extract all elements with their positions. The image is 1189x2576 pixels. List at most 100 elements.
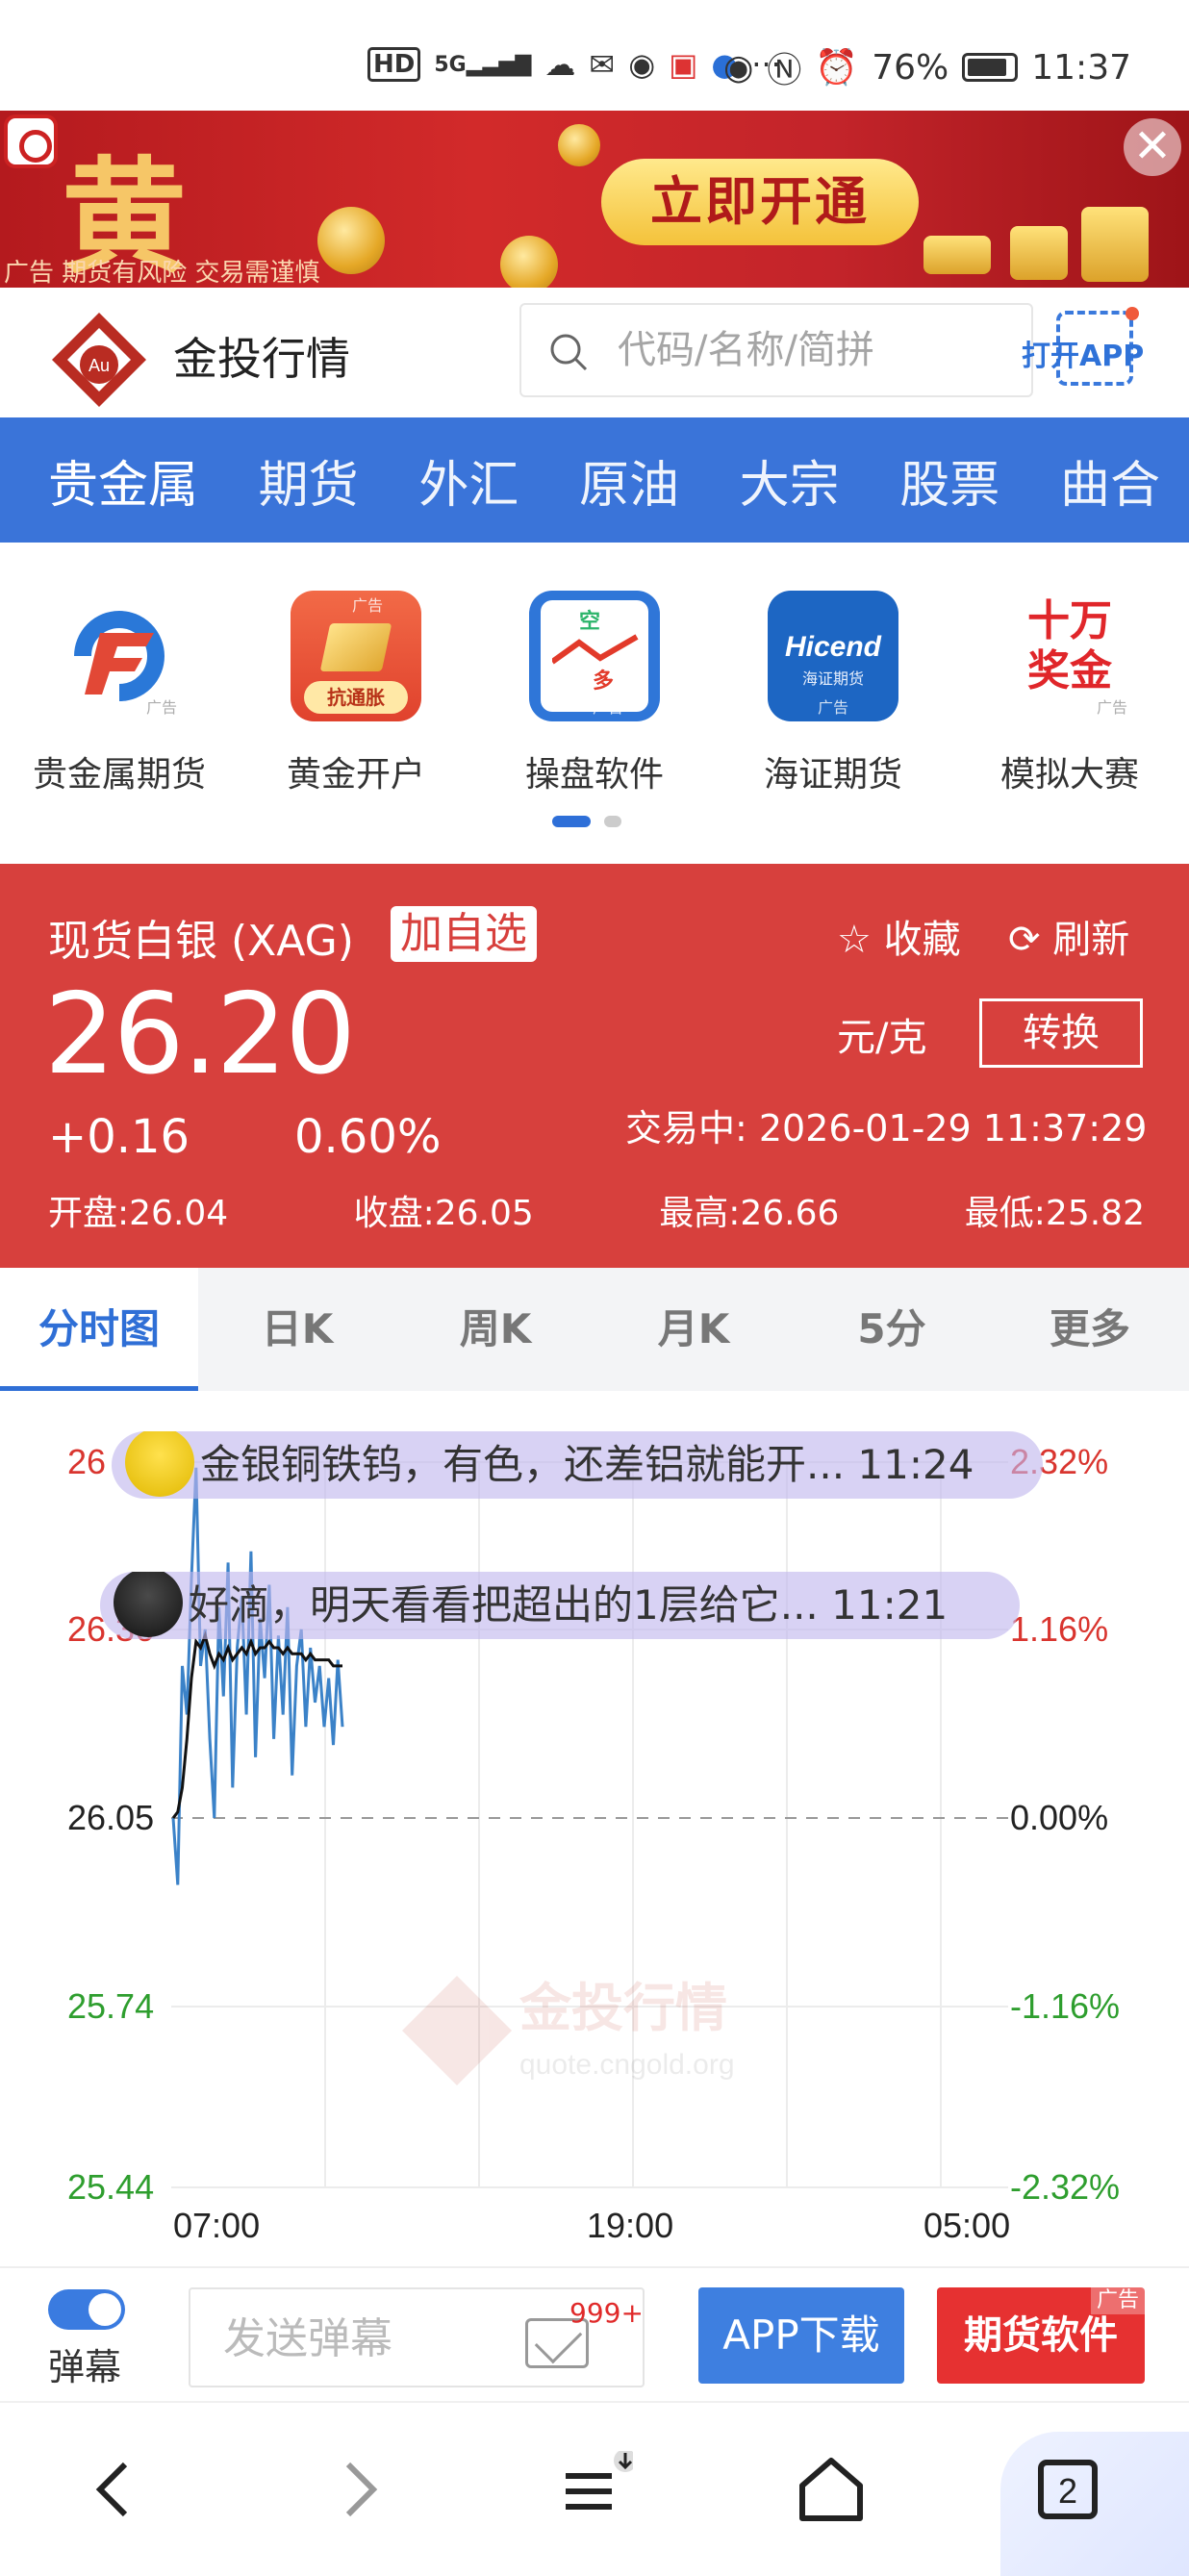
shortcut-haizheng-futures[interactable]: Hicend 海证期货 广告 海证期货 <box>737 591 929 796</box>
shortcut-label: 黄金开户 <box>286 755 425 795</box>
add-watchlist-button[interactable]: 加自选 <box>391 906 537 962</box>
coin-icon <box>317 207 385 274</box>
ad-logo <box>4 114 58 168</box>
price-change: +0.16 <box>48 1110 190 1164</box>
tab-intraday[interactable]: 分时图 <box>0 1268 198 1391</box>
y-tick-label: 25.74 <box>67 1986 154 2026</box>
x-tick-label: 07:00 <box>173 2206 260 2245</box>
brand-logo-icon[interactable]: Au <box>48 309 150 411</box>
shortcut-simulation-contest[interactable]: 十万奖金 广告 模拟大赛 <box>974 591 1166 796</box>
collect-label: 收藏 <box>883 918 961 962</box>
danmu-input-box[interactable]: 999+ <box>189 2287 645 2387</box>
hicend-sub: 海证期货 <box>801 669 864 688</box>
star-icon: ☆ <box>837 918 872 962</box>
notification-dot <box>1126 307 1139 320</box>
status-icons: HD 5G▂▃▅▇ ☁ ✉ ◉ ▣ ● ··· <box>367 46 781 83</box>
brand-mark-text: Au <box>89 356 110 375</box>
hicend-logo-icon: Hicend 海证期货 广告 <box>768 591 898 721</box>
user-avatar <box>125 1431 194 1497</box>
x-tick-label: 19:00 <box>587 2206 673 2245</box>
price-line <box>171 1467 344 1885</box>
coin-stack-icon <box>1081 207 1149 282</box>
precious-futures-icon: 广告 <box>54 591 185 721</box>
search-input[interactable] <box>618 318 1012 382</box>
ad-tag: 广告 <box>1090 2287 1145 2314</box>
shortcut-label: 海证期货 <box>763 755 902 795</box>
search-box[interactable] <box>519 303 1033 397</box>
user-avatar <box>114 1572 183 1637</box>
close-ad-icon[interactable]: ✕ <box>1124 118 1181 176</box>
forward-arrow-icon <box>345 2462 378 2517</box>
y-tick-label: 26.05 <box>67 1798 154 1837</box>
tab-weekly-k[interactable]: 周K <box>396 1268 594 1391</box>
collect-button[interactable]: ☆ 收藏 <box>837 908 961 964</box>
wechat-icon: ◉ <box>628 46 656 83</box>
hd-icon: HD <box>367 47 421 82</box>
ad-cta-button[interactable]: 立即开通 <box>601 159 919 245</box>
ad-tag: 广告 <box>817 698 848 717</box>
tabs-button[interactable]: 2 <box>1029 2451 1106 2528</box>
price-change-percent: 0.60% <box>294 1110 442 1164</box>
home-button[interactable] <box>793 2451 870 2528</box>
tab-5min[interactable]: 5分 <box>793 1268 991 1391</box>
ad-banner[interactable]: 黄 立即开通 广告 期货有风险 交易需谨慎 ✕ <box>0 111 1189 288</box>
futures-software-button[interactable]: 期货软件 广告 <box>937 2287 1145 2384</box>
shortcut-precious-futures[interactable]: 广告 贵金属期货 <box>23 591 215 796</box>
chart-svg: 金投行情 quote.cngold.org 2626.3626.0525.742… <box>67 1442 1120 2245</box>
menu-button[interactable] <box>556 2449 637 2528</box>
app-download-button[interactable]: APP下载 <box>698 2287 904 2384</box>
eye-icon: ◉ <box>722 47 754 88</box>
y-tick-label: -1.16% <box>1010 1986 1120 2026</box>
tab-daily-k[interactable]: 日K <box>198 1268 396 1391</box>
prize-art-text: 十万奖金 <box>1027 596 1112 695</box>
tab-monthly-k[interactable]: 月K <box>594 1268 793 1391</box>
nav-tab-more[interactable]: 曲合 <box>1060 444 1160 517</box>
battery-percent: 76% <box>872 47 949 88</box>
badge-inflation: 抗通胀 <box>304 681 408 714</box>
danmu-input[interactable] <box>223 2307 512 2370</box>
mail-icon: ✉ <box>589 46 616 83</box>
ad-tag: 广告 <box>351 596 383 615</box>
nav-tab-crude-oil[interactable]: 原油 <box>579 444 679 517</box>
cloud-icon: ☁ <box>544 46 576 83</box>
shortcut-trading-software[interactable]: 空 多 广告 操盘软件 <box>498 591 691 796</box>
low-price: 最低:25.82 <box>964 1194 1145 1233</box>
y-tick-label: 25.44 <box>67 2167 154 2207</box>
refresh-icon: ⟳ <box>1008 918 1041 962</box>
trading-software-icon: 空 多 广告 <box>529 591 660 721</box>
shortcut-label: 模拟大赛 <box>999 755 1139 795</box>
prize-icon: 十万奖金 广告 <box>1004 591 1135 721</box>
refresh-button[interactable]: ⟳ 刷新 <box>1008 908 1129 964</box>
shortcut-label: 贵金属期货 <box>32 755 206 795</box>
forward-button[interactable] <box>319 2451 396 2528</box>
nav-tab-futures[interactable]: 期货 <box>259 444 359 517</box>
nav-tab-forex[interactable]: 外汇 <box>418 444 519 517</box>
carousel-dot-active[interactable] <box>552 816 591 827</box>
nav-tab-commodities[interactable]: 大宗 <box>740 444 840 517</box>
message-count-badge: 999+ <box>569 2297 644 2329</box>
icon-long-text: 多 <box>593 669 615 694</box>
coin-icon <box>558 124 600 166</box>
nav-tab-stocks[interactable]: 股票 <box>899 444 999 517</box>
watermark-text: 金投行情 <box>519 1978 727 2038</box>
convert-button[interactable]: 转换 <box>979 998 1143 1068</box>
danmu-toggle[interactable] <box>48 2289 125 2330</box>
5g-signal-icon: 5G▂▃▅▇ <box>434 52 532 77</box>
y-tick-label: 26 <box>67 1442 106 1481</box>
back-arrow-icon <box>95 2462 128 2517</box>
carousel-dot[interactable] <box>604 816 621 827</box>
trading-status: 交易中: 2026-01-29 11:37:29 <box>625 1107 1148 1149</box>
open-app-button[interactable]: 打开APP <box>1022 307 1144 386</box>
shortcut-gold-account[interactable]: 抗通胀 广告 黄金开户 <box>260 591 452 796</box>
nav-tab-precious-metals[interactable]: 贵金属 <box>48 444 198 517</box>
danmu-text: 好滴，明天看看把超出的1层给它... 11:21 <box>189 1581 949 1629</box>
ad-tag: 广告 <box>145 698 177 717</box>
tab-more[interactable]: 更多 <box>991 1268 1189 1391</box>
intraday-chart[interactable]: 金投行情 quote.cngold.org 2626.3626.0525.742… <box>0 1391 1189 2266</box>
back-button[interactable] <box>77 2451 154 2528</box>
danmu-message[interactable]: 好滴，明天看看把超出的1层给它... 11:21 <box>100 1572 1020 1639</box>
y-tick-label: 0.00% <box>1010 1798 1108 1837</box>
site-title: 金投行情 <box>173 333 350 385</box>
futures-software-label: 期货软件 <box>964 2313 1118 2358</box>
danmu-message[interactable]: 金银铜铁钨，有色，还差铝就能开... 11:24 <box>112 1431 1043 1499</box>
